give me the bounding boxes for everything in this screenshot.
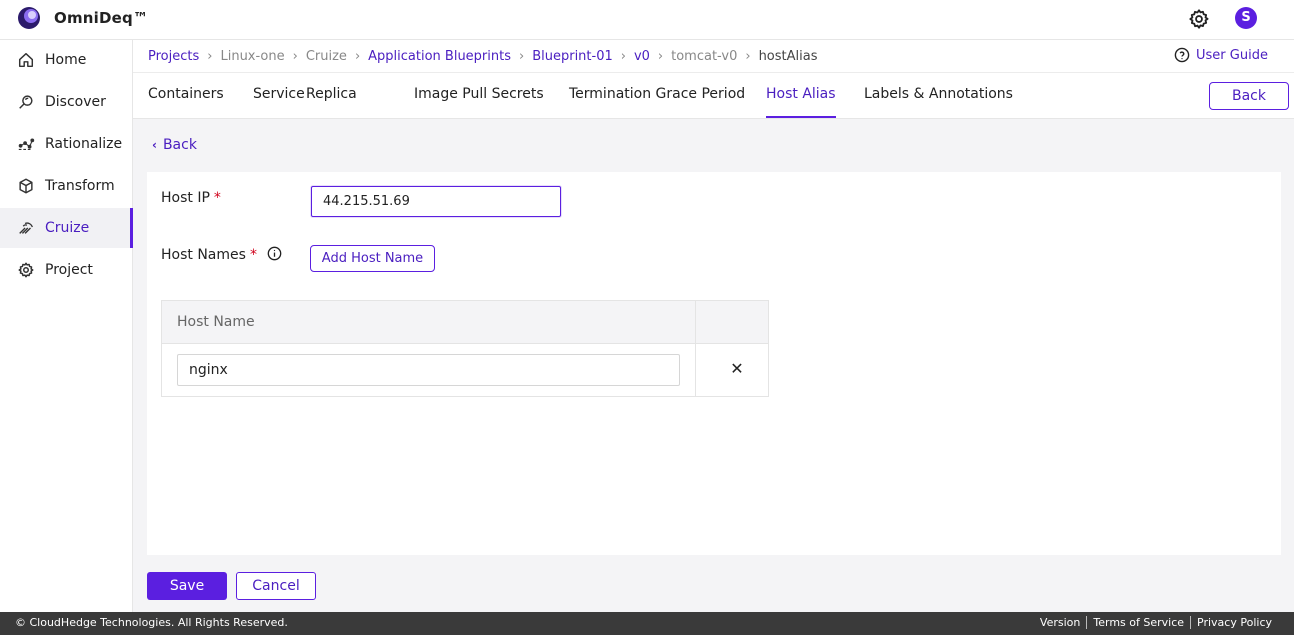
chevron-right-icon: ›: [620, 48, 626, 64]
chevron-right-icon: ›: [657, 48, 664, 64]
sidebar-item-project[interactable]: Project: [0, 250, 133, 290]
gear-icon: [18, 262, 34, 278]
home-icon: [18, 52, 34, 68]
footer-link-version[interactable]: Version: [1034, 616, 1086, 629]
sidebar-item-home[interactable]: Home: [0, 40, 133, 80]
sidebar-item-label: Cruize: [45, 220, 90, 236]
chevron-right-icon: ›: [292, 48, 298, 64]
host-ip-label-text: Host IP: [161, 190, 210, 206]
footer: © CloudHedge Technologies. All Rights Re…: [0, 612, 1294, 635]
table-header-row: Host Name: [162, 301, 768, 344]
tab-replica[interactable]: Replica: [306, 86, 357, 118]
required-mark: *: [213, 190, 221, 206]
chevron-left-icon: ‹: [152, 138, 157, 152]
user-guide-label: User Guide: [1196, 47, 1268, 63]
sidebar-item-transform[interactable]: Transform: [0, 166, 133, 206]
breadcrumb-linux-one: Linux-one: [220, 48, 285, 64]
breadcrumb: Projects › Linux-one › Cruize › Applicat…: [148, 47, 817, 65]
user-avatar[interactable]: S: [1235, 7, 1257, 29]
footer-link-privacy[interactable]: Privacy Policy: [1190, 616, 1278, 629]
footer-link-terms[interactable]: Terms of Service: [1086, 616, 1190, 629]
host-name-table: Host Name ✕: [161, 300, 769, 397]
rationalize-icon: [18, 138, 35, 150]
help-circle-icon: [1174, 47, 1190, 63]
chevron-right-icon: ›: [745, 48, 751, 64]
tab-labels-annotations[interactable]: Labels & Annotations: [864, 86, 1013, 118]
host-ip-label: Host IP *: [161, 190, 221, 206]
sidebar: Home Discover Rationalize Transform Crui…: [0, 40, 133, 612]
breadcrumb-cruize: Cruize: [305, 48, 347, 64]
chevron-right-icon: ›: [519, 48, 525, 64]
sidebar-item-label: Transform: [45, 178, 115, 194]
host-ip-input[interactable]: [311, 186, 561, 217]
tab-host-alias[interactable]: Host Alias: [766, 86, 836, 118]
tab-containers[interactable]: Containers: [148, 86, 224, 118]
discover-icon: [19, 95, 33, 109]
sidebar-item-discover[interactable]: Discover: [0, 82, 133, 122]
sidebar-item-label: Discover: [45, 94, 106, 110]
sidebar-item-label: Home: [45, 52, 87, 68]
breadcrumb-projects[interactable]: Projects: [148, 49, 199, 64]
chevron-right-icon: ›: [354, 48, 361, 64]
footer-links: Version Terms of Service Privacy Policy: [1034, 616, 1278, 629]
cancel-button[interactable]: Cancel: [236, 572, 316, 600]
remove-host-name-icon[interactable]: ✕: [729, 358, 745, 380]
save-button[interactable]: Save: [147, 572, 227, 600]
host-name-input[interactable]: [177, 354, 680, 386]
sidebar-item-label: Rationalize: [45, 136, 123, 152]
omnideq-logo-icon: [18, 7, 40, 29]
breadcrumb-application-blueprints[interactable]: Application Blueprints: [368, 49, 511, 64]
top-bar: OmniDeq™ S: [0, 0, 1294, 40]
sidebar-item-label: Project: [45, 262, 93, 278]
tab-image-pull-secrets[interactable]: Image Pull Secrets: [414, 86, 544, 118]
host-names-label: Host Names *: [161, 246, 282, 263]
back-link-label: Back: [162, 137, 197, 153]
copyright-text: © CloudHedge Technologies. All Rights Re…: [15, 616, 288, 629]
add-host-name-button[interactable]: Add Host Name: [310, 245, 435, 272]
cube-icon: [19, 178, 33, 194]
user-guide-link[interactable]: User Guide: [1174, 47, 1268, 63]
column-divider: [695, 301, 696, 396]
back-link[interactable]: ‹ Back: [152, 137, 197, 153]
header-back-button[interactable]: Back: [1209, 82, 1289, 110]
required-mark: *: [249, 247, 257, 263]
breadcrumb-blueprint[interactable]: Blueprint-01: [532, 49, 613, 64]
chevron-right-icon: ›: [207, 48, 213, 64]
settings-gear-icon[interactable]: [1188, 8, 1210, 30]
breadcrumb-current: hostAlias: [758, 48, 818, 64]
sidebar-item-rationalize[interactable]: Rationalize: [0, 124, 133, 164]
tab-termination-grace-period[interactable]: Termination Grace Period: [569, 86, 745, 118]
cruize-icon: [19, 222, 33, 234]
info-icon[interactable]: [267, 246, 282, 261]
sidebar-item-cruize[interactable]: Cruize: [0, 208, 133, 248]
host-names-label-text: Host Names: [161, 247, 246, 263]
app-title: OmniDeq™: [54, 9, 149, 27]
breadcrumb-version[interactable]: v0: [634, 49, 650, 64]
breadcrumb-container: tomcat-v0: [671, 48, 738, 64]
tab-service[interactable]: Service: [253, 86, 305, 118]
column-header-host-name: Host Name: [177, 314, 255, 330]
